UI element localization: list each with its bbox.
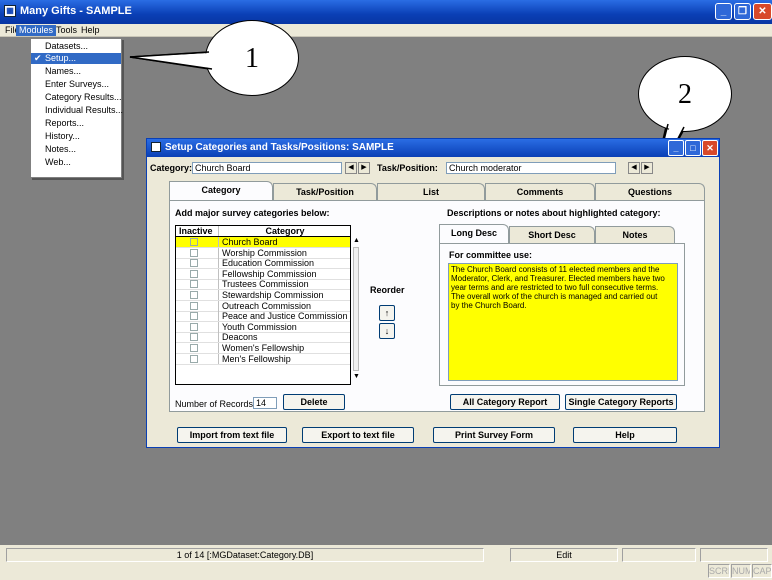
table-row[interactable]: Deacons [176, 332, 350, 344]
records-label: Number of Records: [175, 399, 256, 409]
category-cell: Outreach Commission [218, 300, 348, 311]
inactive-checkbox[interactable] [190, 344, 198, 352]
status-bar: 1 of 14 [:MGDataset:Category.DB] Edit SC… [0, 545, 772, 580]
inactive-checkbox[interactable] [190, 259, 198, 268]
category-cell: Youth Commission [218, 321, 348, 332]
category-prev-button[interactable]: ◀ [345, 162, 357, 174]
reorder-label: Reorder [370, 285, 405, 295]
setup-window-title: Setup Categories and Tasks/Positions: SA… [165, 142, 394, 153]
table-row[interactable]: Outreach Commission [176, 300, 350, 312]
table-row[interactable]: Worship Commission [176, 247, 350, 259]
description-textarea[interactable]: The Church Board consists of 11 elected … [448, 263, 678, 381]
window-minimize-button[interactable]: _ [668, 140, 684, 156]
move-up-button[interactable]: ↑ [379, 305, 395, 321]
all-category-report-button[interactable]: All Category Report [450, 394, 560, 410]
scroll-up-icon[interactable]: ▲ [353, 237, 361, 247]
inactive-checkbox[interactable] [190, 312, 198, 321]
inactive-checkbox[interactable] [190, 269, 198, 278]
tab-comments[interactable]: Comments [485, 183, 595, 201]
status-caps: CAPS [752, 564, 772, 578]
delete-button[interactable]: Delete [283, 394, 345, 410]
category-cell: Fellowship Commission [218, 268, 348, 279]
category-cell: Women's Fellowship [218, 343, 348, 353]
grid-header: Inactive Category [176, 226, 350, 237]
setup-window-title-bar: Setup Categories and Tasks/Positions: SA… [147, 139, 719, 157]
status-mode: Edit [510, 548, 618, 562]
subtab-short-desc[interactable]: Short Desc [509, 226, 595, 244]
help-button[interactable]: Help [573, 427, 677, 443]
tab-task-position[interactable]: Task/Position [273, 183, 377, 201]
table-row[interactable]: Women's Fellowship [176, 343, 350, 354]
inactive-checkbox[interactable] [190, 238, 198, 246]
tab-list[interactable]: List [377, 183, 485, 201]
task-field[interactable]: Church moderator [446, 162, 616, 174]
add-categories-label: Add major survey categories below: [175, 208, 330, 218]
inactive-checkbox[interactable] [190, 291, 198, 299]
tab-questions[interactable]: Questions [595, 183, 705, 201]
table-row[interactable]: Peace and Justice Commission [176, 311, 350, 323]
inactive-checkbox[interactable] [190, 301, 198, 310]
subtab-long-desc[interactable]: Long Desc [439, 224, 509, 244]
task-next-button[interactable]: ▶ [641, 162, 653, 174]
window-close-button[interactable]: ✕ [702, 140, 718, 156]
print-survey-button[interactable]: Print Survey Form [433, 427, 555, 443]
status-record: 1 of 14 [:MGDataset:Category.DB] [6, 548, 484, 562]
scroll-down-icon[interactable]: ▼ [353, 373, 361, 383]
category-next-button[interactable]: ▶ [358, 162, 370, 174]
committee-label: For committee use: [449, 250, 533, 260]
inactive-checkbox[interactable] [190, 333, 198, 342]
category-cell: Men's Fellowship [218, 353, 348, 364]
category-label: Category: [150, 163, 193, 173]
category-grid: Inactive Category Church Board Worship Co… [175, 225, 351, 385]
table-row[interactable]: Fellowship Commission [176, 268, 350, 280]
table-row[interactable]: Trustees Commission [176, 279, 350, 291]
status-scrl: SCRL [708, 564, 730, 578]
category-cell: Church Board [218, 237, 348, 247]
inactive-checkbox[interactable] [190, 280, 198, 289]
table-row[interactable]: Men's Fellowship [176, 353, 350, 365]
category-cell: Stewardship Commission [218, 290, 348, 300]
setup-window: Setup Categories and Tasks/Positions: SA… [146, 138, 720, 448]
category-cell: Education Commission [218, 258, 348, 269]
tab-category[interactable]: Category [169, 181, 273, 201]
move-down-button[interactable]: ↓ [379, 323, 395, 339]
task-prev-button[interactable]: ◀ [628, 162, 640, 174]
subtab-notes[interactable]: Notes [595, 226, 675, 244]
export-button[interactable]: Export to text file [302, 427, 414, 443]
header-inactive: Inactive [179, 226, 213, 236]
task-label: Task/Position: [377, 163, 438, 173]
inactive-checkbox[interactable] [190, 322, 198, 331]
window-icon [151, 142, 161, 152]
header-category: Category [218, 226, 348, 236]
table-row[interactable]: Stewardship Commission [176, 290, 350, 301]
description-label: Descriptions or notes about highlighted … [447, 208, 661, 218]
table-row[interactable]: Youth Commission [176, 321, 350, 333]
grid-scroll-track[interactable] [353, 247, 359, 371]
table-row[interactable]: Education Commission [176, 258, 350, 270]
table-row[interactable]: Church Board [176, 237, 350, 248]
category-cell: Deacons [218, 332, 348, 343]
inactive-checkbox[interactable] [190, 354, 198, 363]
import-button[interactable]: Import from text file [177, 427, 287, 443]
window-maximize-button[interactable]: □ [685, 140, 701, 156]
single-category-reports-button[interactable]: Single Category Reports [565, 394, 677, 410]
inactive-checkbox[interactable] [190, 248, 198, 257]
category-cell: Trustees Commission [218, 279, 348, 290]
status-blank [622, 548, 696, 562]
category-cell: Worship Commission [218, 247, 348, 258]
category-field[interactable]: Church Board [192, 162, 342, 174]
status-num: NUM [731, 564, 751, 578]
records-count: 14 [253, 397, 277, 409]
status-blank-2 [700, 548, 768, 562]
category-cell: Peace and Justice Commission [218, 311, 348, 322]
